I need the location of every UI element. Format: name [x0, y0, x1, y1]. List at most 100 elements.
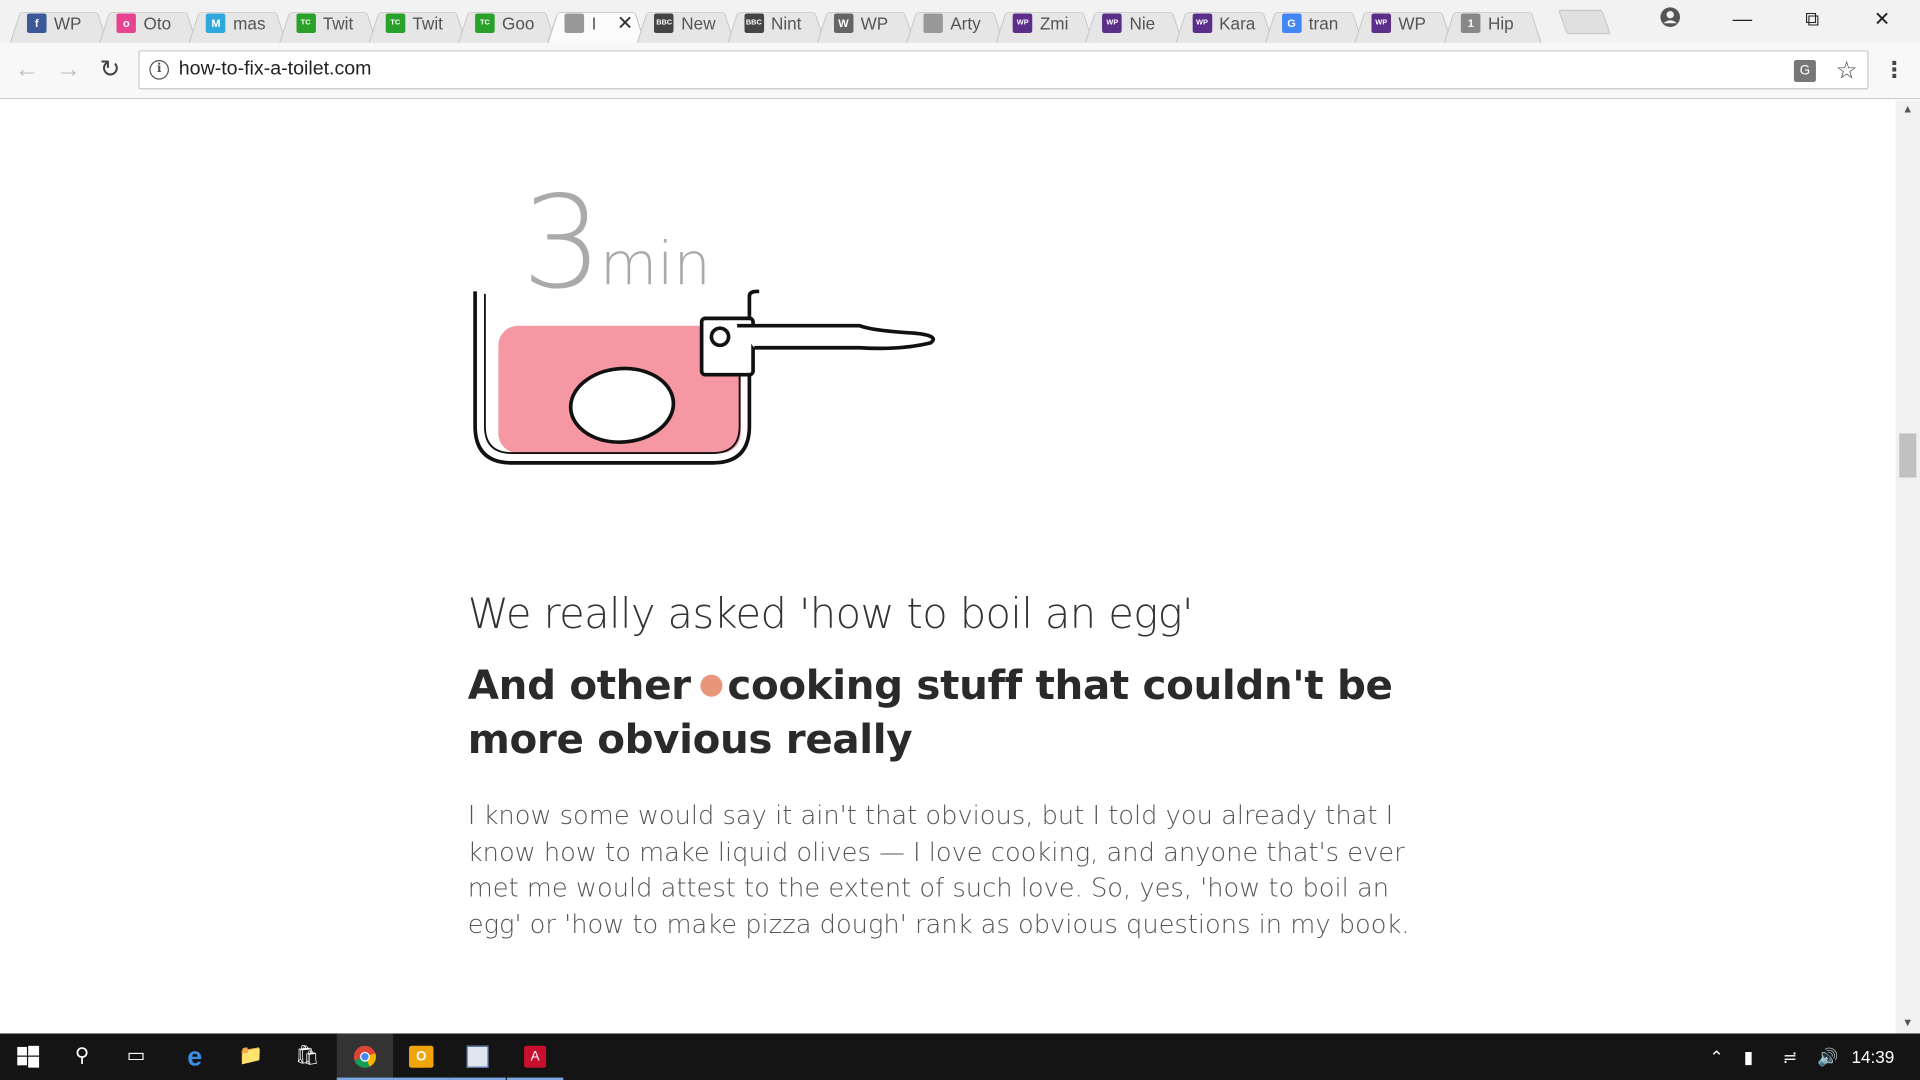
back-button[interactable]: ← [12, 55, 41, 84]
browser-tab[interactable]: TC Twit [278, 2, 377, 43]
browser-tab[interactable]: Arty [906, 2, 1005, 43]
web-page: 3 min We really asked 'how to boil an eg… [0, 100, 1896, 1034]
bbc-icon: BBC [654, 13, 674, 34]
timer-number: 3 [522, 170, 603, 318]
tab-title: Goo [502, 13, 535, 34]
reload-button[interactable]: ↻ [96, 55, 125, 84]
tab-strip: f WP o Oto Mmas TC Twit TC Twit TC Goo I ✕ BBC New BBC N… [0, 0, 1920, 43]
browser-tab[interactable]: Mmas [189, 2, 288, 43]
tab-title: Twit [412, 13, 443, 34]
browser-tab[interactable]: BBC Nint [726, 2, 825, 43]
wifi-icon[interactable]: ≓ [1783, 1033, 1797, 1080]
start-button[interactable] [0, 1033, 56, 1080]
tab-title: Nie [1129, 13, 1156, 34]
acrobat-icon[interactable]: A [506, 1033, 564, 1080]
browser-tab[interactable]: BBC New [637, 2, 736, 43]
search-icon[interactable]: ⚲ [54, 1033, 110, 1080]
tab-title: Nint [770, 13, 802, 34]
windows-logo-icon [17, 1045, 40, 1068]
bbc-icon: BBC [743, 13, 764, 34]
tab-title: Twit [322, 13, 354, 34]
google-icon: G [1281, 13, 1302, 34]
techcrunch-icon: TC [295, 13, 316, 34]
browser-tab[interactable]: W WP [816, 2, 915, 43]
wp-icon: WP [1102, 13, 1123, 34]
store-icon[interactable]: 🛍 [279, 1033, 335, 1080]
outlook-icon[interactable]: O [393, 1033, 450, 1080]
app-window-icon[interactable] [449, 1033, 506, 1080]
tray-chevron-icon[interactable]: ⌃ [1709, 1033, 1723, 1080]
wp-icon: WP [1192, 13, 1212, 34]
tab-title: WP [53, 13, 82, 34]
scroll-down-arrow-icon[interactable]: ▼ [1900, 1016, 1915, 1031]
article-body: I know some would say it ain't that obvi… [467, 800, 1410, 939]
browser-tab[interactable]: WP WP [1354, 2, 1453, 43]
browser-tab[interactable]: WP Kara [1175, 2, 1273, 43]
tab-title: WP [860, 13, 889, 34]
menu-icon[interactable]: ⋮ [1883, 55, 1905, 84]
minimize-button[interactable]: — [1714, 5, 1770, 37]
tab-title: WP [1398, 13, 1427, 34]
scroll-up-arrow-icon[interactable]: ▲ [1900, 103, 1915, 118]
otomoto-icon: o [116, 13, 137, 34]
wp-icon: W [833, 13, 854, 34]
browser-tab[interactable]: WP Zmi [995, 2, 1094, 43]
techcrunch-icon: TC [475, 13, 495, 34]
clock[interactable]: 14:39 [1851, 1033, 1894, 1080]
chrome-icon[interactable] [336, 1033, 394, 1080]
tab-title: I [591, 13, 597, 34]
tab-title: tran [1308, 13, 1339, 34]
tab-title: Zmi [1039, 13, 1069, 34]
new-tab-button[interactable] [1558, 9, 1612, 35]
tab-title: mas [233, 13, 266, 34]
translate-icon[interactable]: G [1793, 60, 1816, 83]
wp-icon: WP [1012, 13, 1033, 34]
task-view-icon[interactable]: ▭ [108, 1033, 164, 1080]
scroll-thumb[interactable] [1899, 433, 1917, 478]
browser-tab[interactable]: 1 Hip [1443, 2, 1542, 43]
page-scrollbar[interactable]: ▲ ▼ [1895, 100, 1920, 1034]
egg-pot-illustration: 3 min [473, 170, 936, 465]
mastodon-icon: M [206, 13, 226, 34]
tab-title: Oto [143, 13, 172, 34]
article-heading: And other cooking stuff that couldn't be … [468, 659, 1435, 767]
dot-bullet-icon [700, 674, 723, 697]
page-icon [564, 13, 585, 34]
heading-part-1: And other [467, 661, 691, 709]
browser-tab[interactable]: Gtran [1264, 2, 1363, 43]
facebook-icon: f [26, 13, 47, 34]
volume-icon[interactable]: 🔊 [1817, 1033, 1838, 1080]
tab-close-icon[interactable]: ✕ [617, 11, 633, 35]
browser-tab[interactable]: TC Twit [368, 2, 467, 43]
counter-icon: 1 [1461, 13, 1481, 34]
file-explorer-icon[interactable]: 📁 [223, 1033, 279, 1080]
tab-title: Hip [1487, 13, 1514, 34]
url-text[interactable]: how-to-fix-a-toilet.com [179, 59, 372, 81]
browser-tab[interactable]: WP Nie [1085, 2, 1184, 43]
tab-title: New [681, 13, 716, 34]
address-bar[interactable]: i how-to-fix-a-toilet.com G ☆ [138, 50, 1869, 90]
wp-icon: WP [1371, 13, 1392, 34]
battery-icon[interactable]: ▮ [1744, 1033, 1753, 1080]
close-window-button[interactable]: ✕ [1854, 5, 1910, 37]
article-subheading: We really asked 'how to boil an egg' [467, 590, 1194, 640]
browser-toolbar: ← → ↻ i how-to-fix-a-toilet.com G ☆ ⋮ [0, 42, 1920, 100]
tab-title: Kara [1219, 13, 1256, 34]
windows-taskbar: ⚲ ▭ e 📁 🛍 O A ⌃ ▮ ≓ 🔊 14:39 [0, 1033, 1920, 1080]
timer-unit: min [600, 229, 711, 298]
info-icon[interactable]: i [149, 60, 169, 80]
browser-tab[interactable]: f WP [9, 2, 108, 43]
browser-tab[interactable]: o Oto [99, 2, 198, 43]
techcrunch-icon: TC [385, 13, 406, 34]
screen: f WP o Oto Mmas TC Twit TC Twit TC Goo I ✕ BBC New BBC N… [0, 0, 1920, 1080]
page-icon [923, 13, 943, 34]
chrome-logo-icon [353, 1045, 376, 1068]
tab-title: Arty [950, 13, 981, 34]
bookmark-star-icon[interactable]: ☆ [1836, 55, 1858, 86]
browser-tab[interactable]: TC Goo [457, 2, 556, 43]
profile-icon[interactable] [1659, 6, 1681, 28]
edge-icon[interactable]: e [167, 1033, 223, 1080]
restore-button[interactable]: ⧉ [1784, 5, 1840, 37]
forward-button[interactable]: → [54, 55, 83, 84]
browser-tab[interactable]: I ✕ [547, 2, 646, 43]
